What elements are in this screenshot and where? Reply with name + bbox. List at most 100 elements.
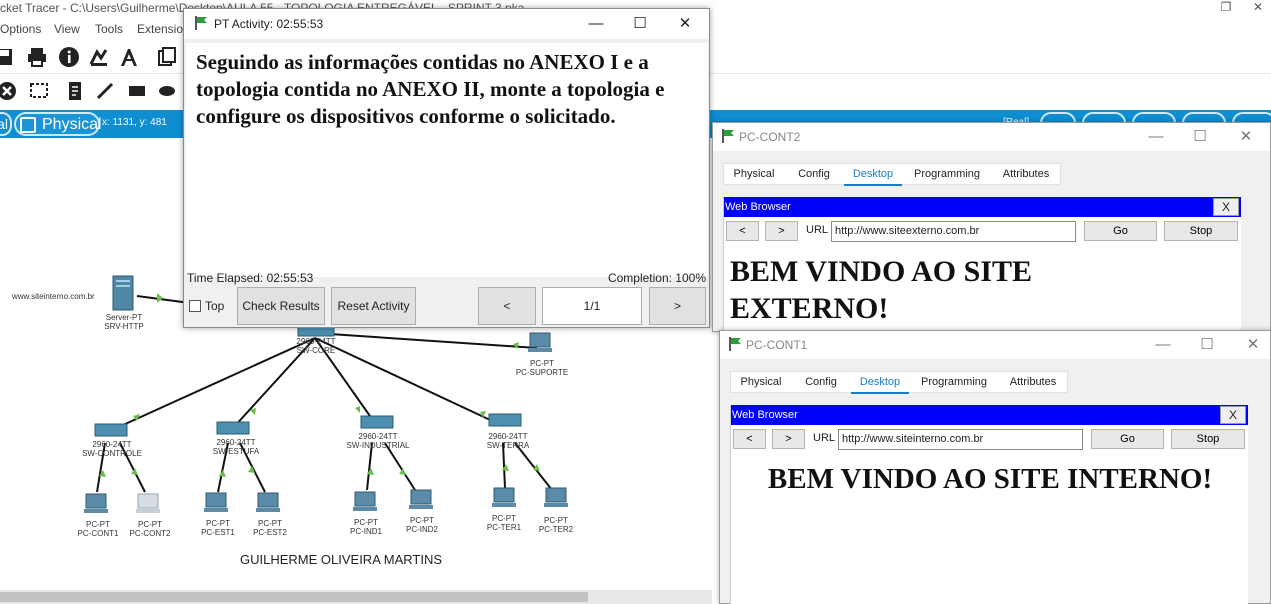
close-icon[interactable]: ✕ <box>1250 0 1266 14</box>
menu-view[interactable]: View <box>54 22 80 36</box>
reset-activity-button[interactable]: Reset Activity <box>331 287 416 325</box>
horizontal-scrollbar[interactable] <box>0 590 712 604</box>
pc-cont2-label[interactable]: PC-PT PC-CONT2 <box>124 520 176 538</box>
back-button[interactable]: < <box>733 429 766 449</box>
tab-config[interactable]: Config <box>793 372 849 394</box>
physical-icon <box>20 117 36 133</box>
maximize-icon[interactable]: ☐ <box>1191 128 1209 146</box>
flag-icon <box>722 129 734 143</box>
activity-title: PT Activity: 02:55:53 <box>214 17 324 31</box>
tab-attributes[interactable]: Attributes <box>999 372 1067 394</box>
minimize-icon[interactable]: — <box>587 15 605 33</box>
menu-options[interactable]: Options <box>0 22 41 36</box>
physical-tab[interactable]: Physical <box>14 112 102 136</box>
forward-button[interactable]: > <box>765 221 798 241</box>
top-label: Top <box>205 299 225 313</box>
draw-ellipse-icon[interactable] <box>156 80 178 102</box>
tab-desktop[interactable]: Desktop <box>851 372 909 394</box>
activity-instructions: Seguindo as informações contidas no ANEX… <box>186 43 708 277</box>
url-input[interactable]: http://www.siteexterno.com.br <box>831 221 1076 242</box>
browser-title: Web Browser <box>731 405 1248 425</box>
pc-cont2-title-bar[interactable]: PC-CONT2 — ☐ ✕ <box>713 123 1270 151</box>
switch-industrial-label[interactable]: 2960-24TT SW-INDUSTRIAL <box>342 432 414 450</box>
page-indicator: 1/1 <box>542 287 642 325</box>
tab-config[interactable]: Config <box>786 164 842 186</box>
pc-cont2-window: PC-CONT2 — ☐ ✕ Physical Config Desktop P… <box>712 122 1271 332</box>
draw-line-icon[interactable] <box>94 80 116 102</box>
previous-page-button[interactable]: < <box>478 287 536 325</box>
activity-wizard-icon[interactable] <box>118 46 140 68</box>
top-checkbox[interactable] <box>189 300 201 312</box>
time-elapsed: Time Elapsed: 02:55:53 <box>187 271 314 285</box>
flag-icon <box>195 16 207 30</box>
copy-icon[interactable] <box>156 46 178 68</box>
flag-icon <box>729 337 741 351</box>
next-page-button[interactable]: > <box>649 287 706 325</box>
close-icon[interactable]: ✕ <box>1237 128 1255 146</box>
page-heading: BEM VINDO AO SITE EXTERNO! <box>730 255 1033 325</box>
physical-tab-label: Physical <box>42 116 102 133</box>
pc-cont1-web-browser: Web Browser X < > URL http://www.siteint… <box>730 405 1248 604</box>
core-switch-label[interactable]: 2960-24TT SW-CORE <box>288 337 344 355</box>
back-button[interactable]: < <box>726 221 759 241</box>
forward-button[interactable]: > <box>772 429 805 449</box>
pc-cont1-window: PC-CONT1 — ☐ ✕ Physical Config Desktop P… <box>719 330 1271 604</box>
pc-cont2-web-browser: Web Browser X < > URL http://www.siteext… <box>723 197 1241 332</box>
switch-controle-label[interactable]: 2960-24TT SW-CONTROLE <box>80 440 144 458</box>
switch-estufa-label[interactable]: 2960-24TT SW-ESTUFA <box>204 438 268 456</box>
pc-est2-label[interactable]: PC-PT PC-EST2 <box>244 519 296 537</box>
check-results-button[interactable]: Check Results <box>237 287 325 325</box>
delete-icon[interactable] <box>0 80 18 102</box>
stop-button[interactable]: Stop <box>1171 429 1245 449</box>
pc-cont1-title: PC-CONT1 <box>746 338 808 352</box>
browser-close-button[interactable]: X <box>1213 198 1239 216</box>
info-icon[interactable] <box>58 46 80 68</box>
site-note: www.siteinterno.com.br <box>12 292 95 301</box>
network-info-icon[interactable] <box>88 46 110 68</box>
browser-close-button[interactable]: X <box>1220 406 1246 424</box>
go-button[interactable]: Go <box>1084 221 1157 241</box>
url-input[interactable]: http://www.siteinterno.com.br <box>838 429 1083 450</box>
tab-desktop[interactable]: Desktop <box>844 164 902 186</box>
server-label[interactable]: Server-PT SRV-HTTP <box>96 313 152 331</box>
maximize-icon[interactable]: ☐ <box>631 15 649 33</box>
switch-terra-label[interactable]: 2960-24TT SW-TERRA <box>476 432 540 450</box>
pc-cont2-tabs: Physical Config Desktop Programming Attr… <box>723 163 1061 186</box>
pc-ind2-label[interactable]: PC-PT PC-IND2 <box>396 516 448 534</box>
pc-cont1-title-bar[interactable]: PC-CONT1 — ☐ ✕ <box>720 331 1270 359</box>
tab-programming[interactable]: Programming <box>913 372 995 394</box>
pc-suporte-label[interactable]: PC-PT PC-SUPORTE <box>510 359 574 377</box>
minimize-icon[interactable]: — <box>1147 128 1165 146</box>
menu-tools[interactable]: Tools <box>95 22 123 36</box>
pc-ter2-label[interactable]: PC-PT PC-TER2 <box>530 516 582 534</box>
draw-rectangle-icon[interactable] <box>126 80 148 102</box>
go-button[interactable]: Go <box>1091 429 1164 449</box>
pc-cont2-title: PC-CONT2 <box>739 130 801 144</box>
restore-icon[interactable]: ❐ <box>1218 0 1234 14</box>
minimize-icon[interactable]: — <box>1154 336 1172 354</box>
pc-ind1-label[interactable]: PC-PT PC-IND1 <box>340 518 392 536</box>
tab-attributes[interactable]: Attributes <box>992 164 1060 186</box>
note-icon[interactable] <box>64 80 86 102</box>
print-icon[interactable] <box>26 46 48 68</box>
save-icon[interactable] <box>0 46 16 68</box>
cursor-coordinates: x: 1131, y: 481 <box>102 117 167 128</box>
tab-programming[interactable]: Programming <box>906 164 988 186</box>
pc-ter1-label[interactable]: PC-PT PC-TER1 <box>478 514 530 532</box>
maximize-icon[interactable]: ☐ <box>1198 336 1216 354</box>
select-area-icon[interactable] <box>28 80 50 102</box>
pc-est1-label[interactable]: PC-PT PC-EST1 <box>192 519 244 537</box>
scrollbar-thumb[interactable] <box>0 592 588 602</box>
tab-physical[interactable]: Physical <box>733 372 789 394</box>
completion-status: Completion: 100% <box>607 271 706 285</box>
stop-button[interactable]: Stop <box>1164 221 1238 241</box>
browser-title: Web Browser <box>724 197 1241 217</box>
activity-title-bar[interactable]: PT Activity: 02:55:53 — ☐ ✕ <box>184 9 709 39</box>
pt-activity-dialog: PT Activity: 02:55:53 — ☐ ✕ Seguindo as … <box>183 8 710 328</box>
close-icon[interactable]: ✕ <box>676 15 694 33</box>
url-label: URL <box>813 432 836 444</box>
page-heading: BEM VINDO AO SITE INTERNO! <box>767 463 1213 495</box>
tab-physical[interactable]: Physical <box>726 164 782 186</box>
pc-cont1-label[interactable]: PC-PT PC-CONT1 <box>72 520 124 538</box>
close-icon[interactable]: ✕ <box>1244 336 1262 354</box>
